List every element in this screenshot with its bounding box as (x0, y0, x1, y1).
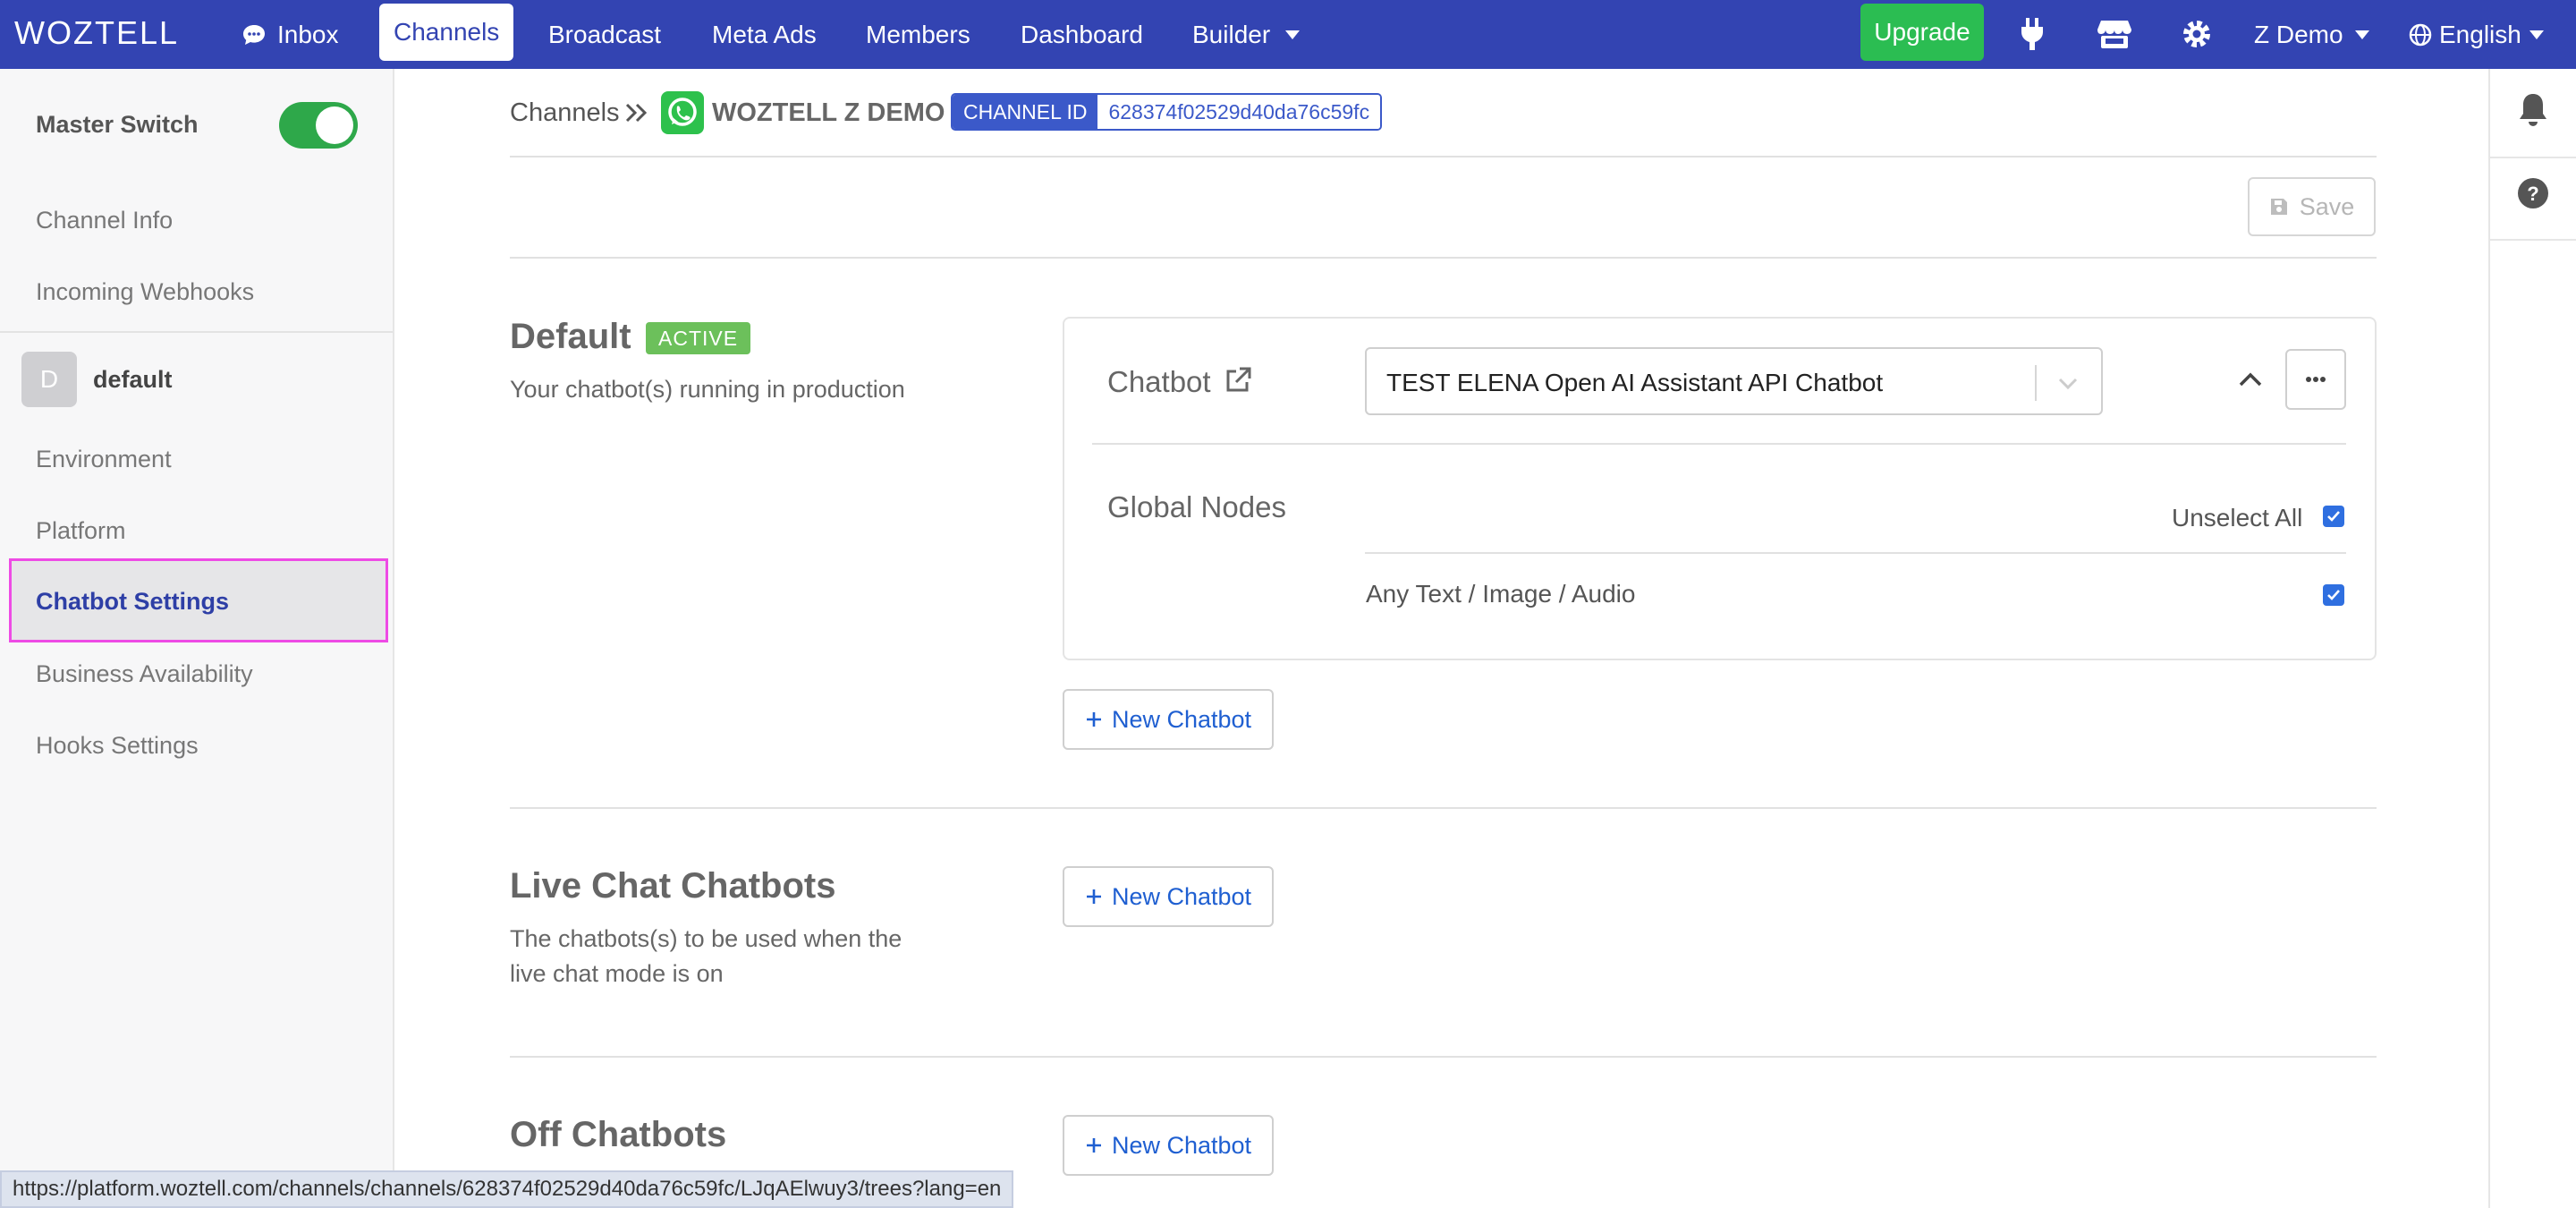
right-rail: ? (2488, 69, 2576, 1208)
sidebar: Master Switch Channel Info Incoming Webh… (0, 69, 394, 1208)
caret-down-icon (2529, 30, 2544, 39)
channel-name: WOZTELL Z DEMO (712, 98, 945, 127)
sidebar-item-hooks-settings[interactable]: Hooks Settings (36, 732, 199, 760)
upgrade-button[interactable]: Upgrade (1860, 4, 1984, 61)
env-avatar: D (21, 352, 77, 407)
divider (510, 257, 2377, 259)
plug-icon[interactable] (2014, 16, 2050, 52)
master-switch-toggle[interactable] (279, 102, 358, 149)
external-link-icon[interactable] (1224, 366, 1252, 399)
account-menu[interactable]: Z Demo (2254, 0, 2370, 69)
whatsapp-icon (661, 91, 704, 134)
new-chatbot-button[interactable]: New Chatbot (1063, 689, 1274, 750)
section-title-off: Off Chatbots (510, 1115, 727, 1154)
nav-builder[interactable]: Builder (1192, 0, 1301, 69)
section-desc-live-chat: The chatbots(s) to be used when the live… (510, 925, 902, 987)
sidebar-item-chatbot-settings[interactable]: Chatbot Settings (9, 558, 388, 642)
section-title-default: Default (510, 317, 631, 356)
divider (510, 1056, 2377, 1058)
caret-down-icon (2354, 30, 2369, 39)
top-nav: WOZTELL Inbox Channels Broadcast Meta Ad… (0, 0, 2576, 69)
new-chatbot-label: New Chatbot (1111, 1131, 1252, 1159)
plus-icon (1086, 1138, 1101, 1153)
language-menu[interactable]: English (2409, 0, 2545, 69)
store-icon[interactable] (2097, 16, 2132, 52)
divider (510, 156, 2377, 157)
nav-broadcast-label: Broadcast (548, 20, 662, 48)
global-node-checkbox[interactable] (2323, 584, 2344, 606)
save-label: Save (2299, 192, 2355, 220)
status-badge: ACTIVE (646, 322, 751, 354)
new-chatbot-label: New Chatbot (1111, 882, 1252, 910)
chevron-down-icon (2058, 378, 2078, 390)
nav-dashboard[interactable]: Dashboard (1021, 0, 1143, 69)
channel-id-value: 628374f02529d40da76c59fc (1097, 95, 1381, 129)
divider (1092, 443, 2346, 445)
plus-icon (1086, 889, 1101, 904)
sidebar-item-incoming-webhooks[interactable]: Incoming Webhooks (36, 278, 254, 306)
channel-id-badge[interactable]: CHANNEL ID 628374f02529d40da76c59fc (951, 93, 1383, 131)
global-node-item: Any Text / Image / Audio (1366, 580, 1636, 608)
nav-channels-label: Channels (394, 18, 500, 46)
status-bar-url: https://platform.woztell.com/channels/ch… (0, 1170, 1014, 1208)
collapse-chevron-up-icon[interactable] (2236, 365, 2265, 398)
chatbot-select-value: TEST ELENA Open AI Assistant API Chatbot (1386, 369, 1884, 396)
help-icon[interactable]: ? (2517, 177, 2549, 214)
nav-dashboard-label: Dashboard (1021, 20, 1143, 48)
gear-icon[interactable] (2179, 16, 2215, 52)
section-title-live-chat: Live Chat Chatbots (510, 866, 836, 906)
breadcrumb-root[interactable]: Channels (510, 98, 620, 128)
bell-icon[interactable] (2517, 92, 2549, 132)
nav-inbox-label: Inbox (277, 20, 339, 48)
caret-down-icon (1285, 30, 1301, 39)
nav-members-label: Members (866, 20, 970, 48)
ellipsis-icon (2306, 377, 2326, 382)
floppy-disk-icon (2270, 199, 2287, 215)
sidebar-item-environment[interactable]: Environment (36, 446, 172, 473)
sidebar-item-channel-info[interactable]: Channel Info (36, 207, 173, 234)
more-options-button[interactable] (2285, 349, 2346, 410)
sidebar-item-business-availability[interactable]: Business Availability (36, 660, 253, 688)
master-switch-label: Master Switch (36, 111, 199, 138)
chat-bubble-icon (243, 24, 265, 45)
nav-builder-label: Builder (1192, 20, 1271, 48)
chatbot-label: Chatbot (1107, 365, 1211, 398)
nav-meta-ads-label: Meta Ads (712, 20, 817, 48)
nav-broadcast[interactable]: Broadcast (548, 0, 661, 69)
section-desc-default: Your chatbot(s) running in production (510, 376, 905, 403)
double-chevron-right-icon (624, 102, 649, 128)
global-nodes-label: Global Nodes (1107, 490, 1286, 523)
nav-inbox[interactable]: Inbox (242, 0, 339, 69)
save-button[interactable]: Save (2248, 177, 2376, 236)
logo[interactable]: WOZTELL (14, 14, 179, 52)
new-chatbot-label: New Chatbot (1111, 705, 1252, 733)
chatbot-select[interactable]: TEST ELENA Open AI Assistant API Chatbot (1365, 347, 2103, 415)
language-label: English (2439, 20, 2521, 48)
globe-icon (2409, 23, 2432, 46)
sidebar-divider (0, 331, 393, 333)
new-chatbot-button[interactable]: New Chatbot (1063, 866, 1274, 927)
env-name: default (93, 366, 173, 393)
new-chatbot-button[interactable]: New Chatbot (1063, 1115, 1274, 1176)
unselect-all-checkbox[interactable] (2323, 506, 2344, 527)
divider (1365, 552, 2346, 554)
account-label: Z Demo (2254, 20, 2343, 48)
plus-icon (1086, 712, 1101, 727)
channel-id-label: CHANNEL ID (953, 95, 1098, 129)
svg-text:?: ? (2527, 183, 2538, 205)
divider (510, 807, 2377, 809)
nav-meta-ads[interactable]: Meta Ads (712, 0, 817, 69)
nav-members[interactable]: Members (866, 0, 970, 69)
nav-channels[interactable]: Channels (379, 4, 514, 61)
sidebar-item-platform[interactable]: Platform (36, 517, 126, 545)
unselect-all-label[interactable]: Unselect All (2172, 504, 2302, 532)
sidebar-item-label: Chatbot Settings (36, 588, 229, 615)
